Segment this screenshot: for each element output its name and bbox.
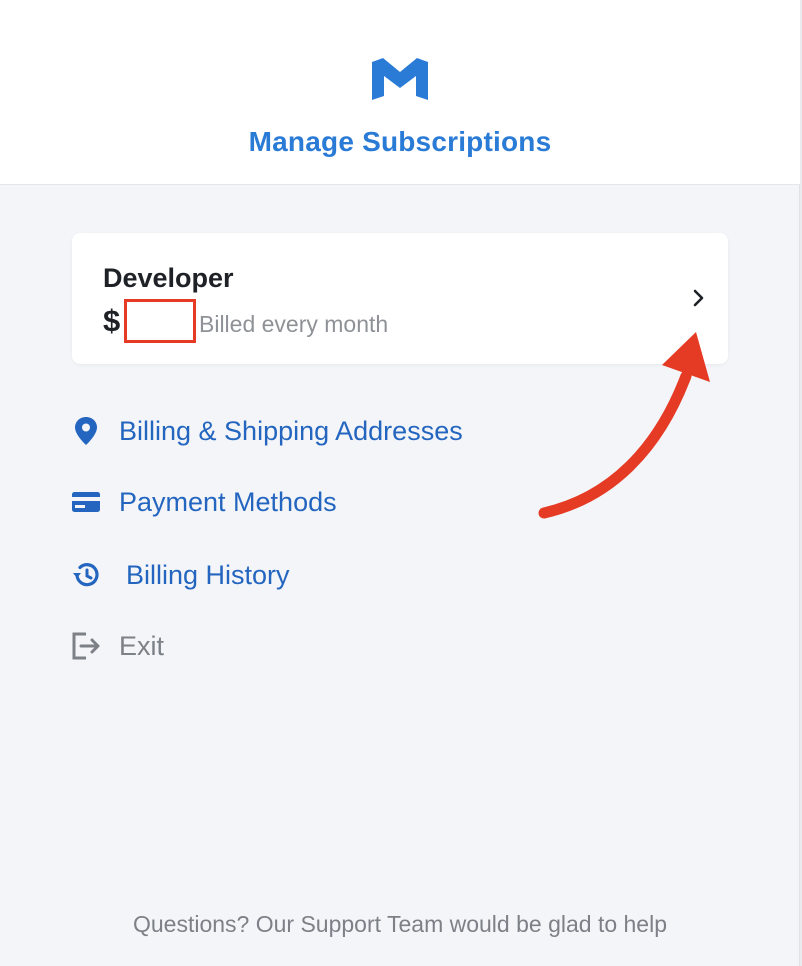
location-pin-icon (70, 415, 102, 447)
support-footer: Questions? Our Support Team would be gla… (132, 911, 668, 937)
subscription-panel: Manage Subscriptions Developer $ Billed … (0, 0, 800, 966)
menu-item-billing-shipping-addresses[interactable]: Billing & Shipping Addresses (70, 415, 463, 447)
menu-item-exit[interactable]: Exit (70, 630, 164, 662)
history-icon (70, 559, 102, 591)
chevron-right-icon[interactable] (689, 286, 709, 310)
plan-billing-interval: Billed every month (199, 311, 389, 337)
exit-icon (70, 630, 102, 662)
menu-item-label: Billing & Shipping Addresses (119, 415, 463, 446)
menu-item-label: Billing History (126, 559, 290, 590)
menu-item-billing-history[interactable]: Billing History (70, 559, 290, 591)
credit-card-icon (70, 486, 102, 518)
menu-item-label: Payment Methods (119, 486, 337, 517)
header: Manage Subscriptions (0, 0, 800, 185)
brand-logo-icon (372, 58, 428, 100)
menu-item-label: Exit (119, 630, 165, 661)
plan-name: Developer (103, 263, 234, 293)
page-title: Manage Subscriptions (248, 126, 552, 157)
plan-price-redacted (124, 299, 196, 343)
menu-item-payment-methods[interactable]: Payment Methods (70, 486, 337, 518)
plan-currency: $ (103, 303, 121, 338)
plan-card[interactable]: Developer $ Billed every month (72, 233, 728, 364)
